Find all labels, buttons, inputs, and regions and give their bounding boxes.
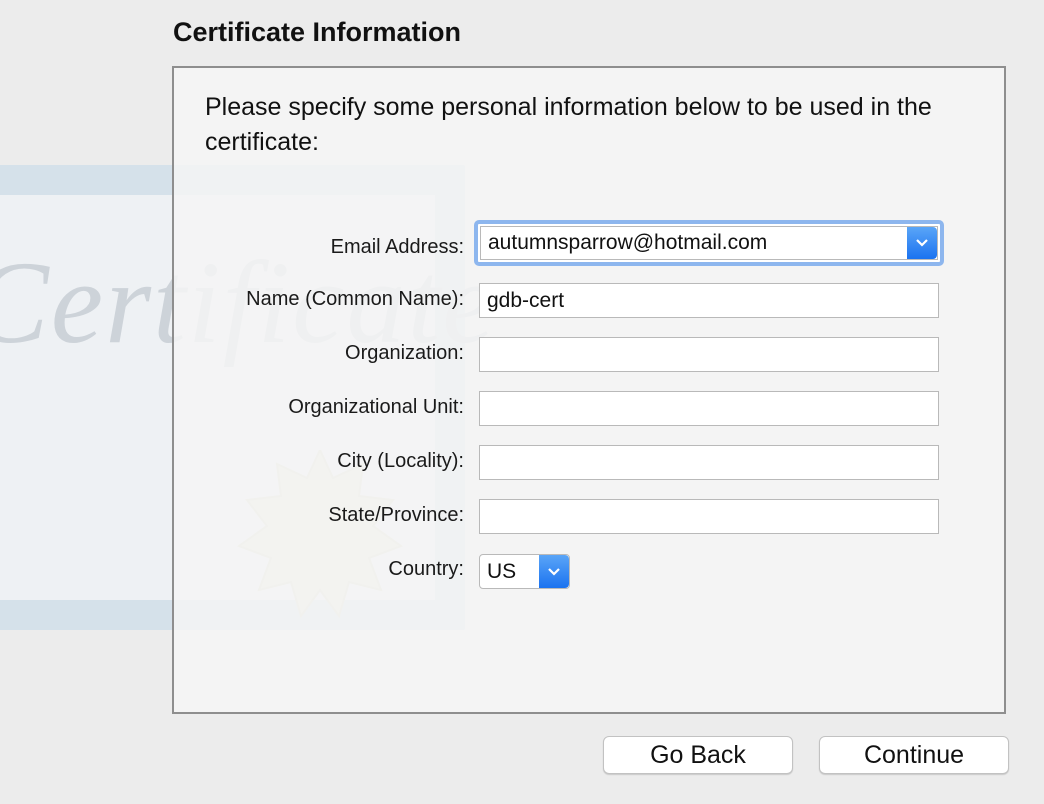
email-value: autumnsparrow@hotmail.com bbox=[488, 231, 768, 254]
email-select-focus-ring: autumnsparrow@hotmail.com bbox=[474, 220, 944, 266]
org-unit-field[interactable] bbox=[479, 391, 939, 426]
state-field[interactable] bbox=[479, 499, 939, 534]
org-unit-label: Organizational Unit: bbox=[288, 396, 464, 418]
go-back-button[interactable]: Go Back bbox=[603, 736, 793, 774]
continue-button[interactable]: Continue bbox=[819, 736, 1009, 774]
country-label: Country: bbox=[388, 558, 464, 580]
country-value: US bbox=[487, 560, 517, 583]
country-select[interactable]: US bbox=[479, 554, 570, 589]
city-field[interactable] bbox=[479, 445, 939, 480]
city-label: City (Locality): bbox=[337, 450, 464, 472]
state-label: State/Province: bbox=[328, 504, 464, 526]
chevron-down-icon[interactable] bbox=[907, 227, 937, 259]
email-label: Email Address: bbox=[330, 236, 464, 258]
common-name-label: Name (Common Name): bbox=[246, 288, 464, 310]
organization-field[interactable] bbox=[479, 337, 939, 372]
chevron-down-icon[interactable] bbox=[539, 555, 569, 588]
section-title: Certificate Information bbox=[173, 17, 462, 47]
certificate-info-panel: Please specify some personal information… bbox=[172, 66, 1006, 714]
intro-text: Please specify some personal information… bbox=[205, 93, 932, 156]
common-name-field[interactable] bbox=[479, 283, 939, 318]
email-select[interactable]: autumnsparrow@hotmail.com bbox=[480, 226, 938, 260]
organization-label: Organization: bbox=[345, 342, 464, 364]
